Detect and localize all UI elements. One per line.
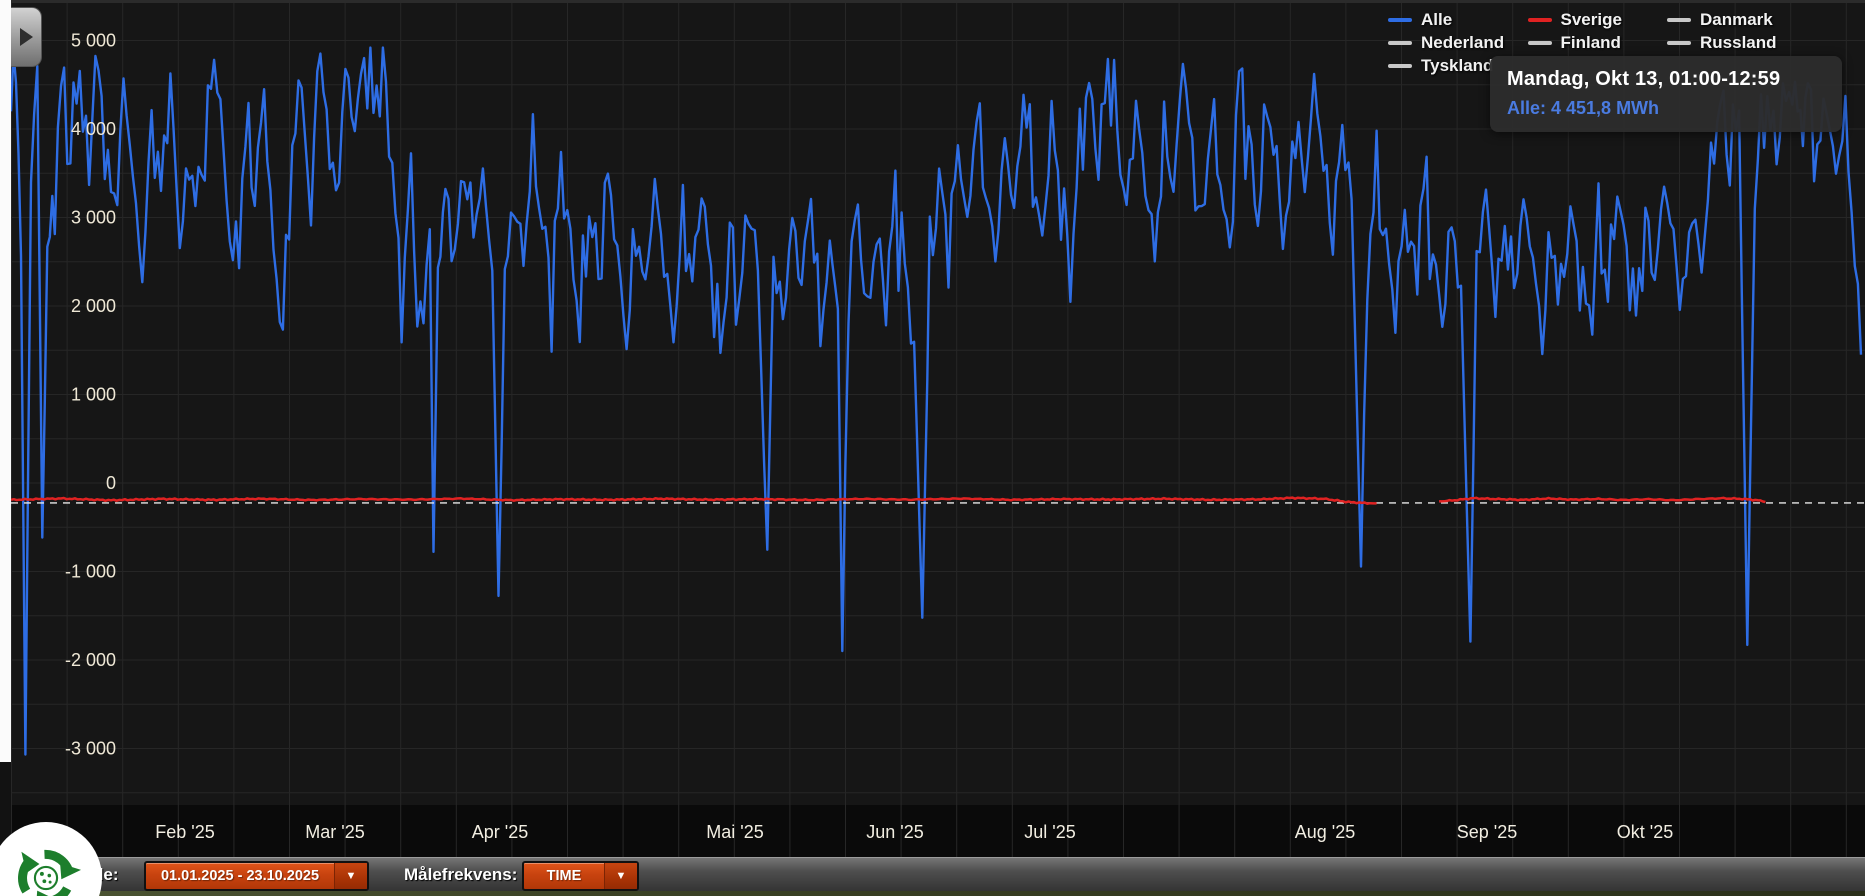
legend-item-label: Nederland xyxy=(1421,33,1505,52)
legend-item-label: Russland xyxy=(1700,33,1777,52)
legend-item-sverige[interactable]: Sverige xyxy=(1527,10,1622,30)
legend-item-russland[interactable]: Russland xyxy=(1667,33,1777,53)
frequency-select-value: TIME xyxy=(546,868,582,884)
chart-tooltip: Mandag, Okt 13, 01:00-12:59 Alle: 4 451,… xyxy=(1490,56,1842,132)
frequency-label: Målefrekvens: xyxy=(404,865,518,884)
x-axis-label: Okt '25 xyxy=(1617,822,1673,842)
expand-arrow-icon xyxy=(19,28,33,46)
legend-swatch-icon xyxy=(1388,41,1412,45)
legend-item-label: Sverige xyxy=(1560,10,1622,29)
x-axis-label: Mar '25 xyxy=(305,822,364,842)
legend-swatch-icon xyxy=(1388,18,1412,22)
legend-item-label: Danmark xyxy=(1700,10,1773,29)
page-left-edge xyxy=(0,0,11,762)
legend-swatch-icon xyxy=(1388,64,1412,68)
x-axis-label: Feb '25 xyxy=(155,822,214,842)
legend-item-danmark[interactable]: Danmark xyxy=(1667,10,1773,30)
y-axis-label: 5 000 xyxy=(71,31,116,51)
x-axis-label: Jul '25 xyxy=(1024,822,1075,842)
dropdown-arrow-icon: ▼ xyxy=(615,870,627,882)
legend-swatch-icon xyxy=(1667,18,1691,22)
x-axis-label: Mai '25 xyxy=(706,822,763,842)
frequency-select-button[interactable]: TIME ▼ xyxy=(522,861,639,891)
dropdown-arrow-icon: ▼ xyxy=(345,870,357,882)
y-axis-label: -1 000 xyxy=(65,562,116,582)
y-axis-label: -3 000 xyxy=(65,739,116,759)
app-screen: 5 000 4 000 3 000 2 000 1 000 0 -1 000 -2 000 -3… xyxy=(0,0,1865,896)
tooltip-title: Mandag, Okt 13, 01:00-12:59 xyxy=(1507,68,1781,90)
legend-item-label: Finland xyxy=(1560,33,1621,52)
frequency-dropdown-arrow[interactable]: ▼ xyxy=(604,863,637,889)
bottom-toolbar: speriode: 01.01.2025 - 23.10.2025 ▼ Måle… xyxy=(0,857,1865,891)
y-axis-label: 1 000 xyxy=(71,385,116,405)
legend-item-finland[interactable]: Finland xyxy=(1527,33,1621,53)
legend-item-label: Alle xyxy=(1421,10,1453,29)
period-select-value: 01.01.2025 - 23.10.2025 xyxy=(160,868,320,884)
legend-item-nederland[interactable]: Nederland xyxy=(1388,33,1504,53)
x-axis-label: Sep '25 xyxy=(1457,822,1518,842)
legend-swatch-icon xyxy=(1527,18,1552,22)
tooltip-value: Alle: 4 451,8 MWh xyxy=(1507,98,1660,118)
recycle-logo-icon xyxy=(18,849,82,896)
x-axis-label: Aug '25 xyxy=(1295,822,1356,842)
y-axis-label: 3 000 xyxy=(71,208,116,228)
period-select-button[interactable]: 01.01.2025 - 23.10.2025 ▼ xyxy=(144,861,369,891)
page-background-strip xyxy=(0,891,1865,896)
legend-item-alle[interactable]: Alle xyxy=(1388,10,1452,30)
panel-expander-button[interactable] xyxy=(11,7,42,67)
legend-swatch-icon xyxy=(1527,41,1552,45)
top-border-strip xyxy=(11,0,1865,3)
legend-swatch-icon xyxy=(1667,41,1691,45)
y-axis-label: 0 xyxy=(106,473,116,493)
y-axis-label: 2 000 xyxy=(71,296,116,316)
legend-item-tyskland[interactable]: Tyskland xyxy=(1388,56,1493,76)
period-dropdown-arrow[interactable]: ▼ xyxy=(334,863,367,889)
legend-item-label: Tyskland xyxy=(1421,56,1494,75)
y-axis-label: 4 000 xyxy=(71,119,116,139)
x-axis-label: Apr '25 xyxy=(472,822,528,842)
x-axis-label: Jun '25 xyxy=(866,822,923,842)
y-axis-label: -2 000 xyxy=(65,650,116,670)
